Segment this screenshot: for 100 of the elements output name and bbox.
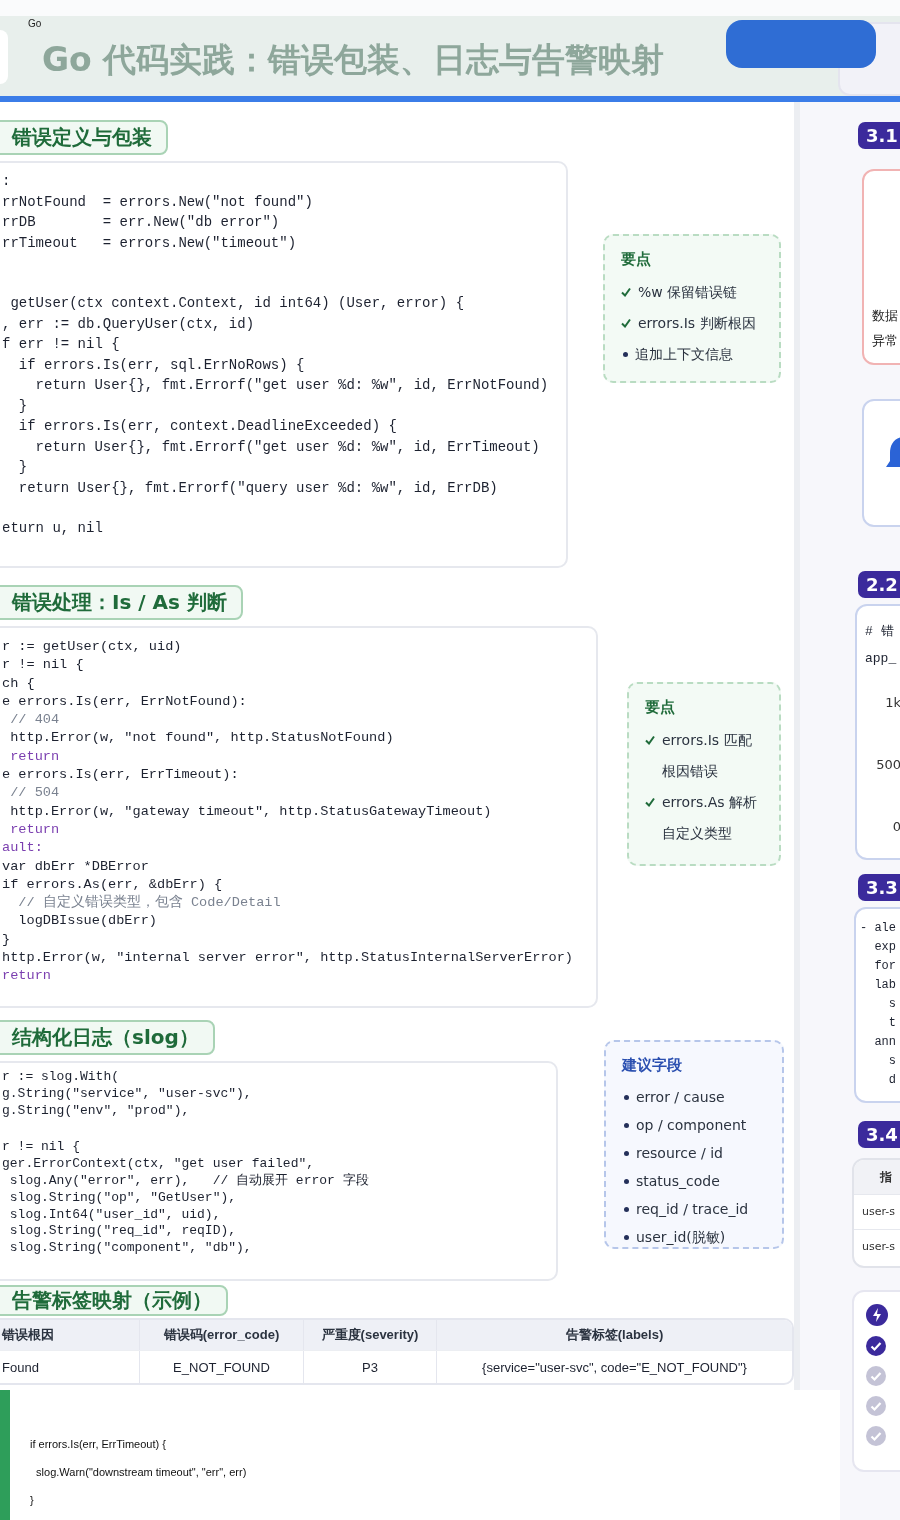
column-header: 严重度(severity): [303, 1320, 436, 1350]
code-line: if errors.As(err, &dbErr) {: [2, 875, 223, 894]
code-line: return User{}, fmt.Errorf("get user %d: %w", id, ErrTimeout): [34, 437, 540, 457]
code-line: t: [887, 1015, 897, 1032]
code-line: for: [873, 958, 897, 975]
code-line: return: [9, 820, 60, 839]
code-line: slog.Warn("downstream timeout", "err", err): [35, 1465, 247, 1480]
bullet-icon: [624, 1235, 629, 1240]
section-badge: 3.4: [858, 1121, 900, 1148]
card-text: 异常: [872, 332, 899, 350]
chart-title: # 错: [865, 623, 895, 641]
code-line: }: [17, 458, 28, 477]
column-header: 指: [854, 1160, 900, 1194]
axis-tick-label: 0: [891, 818, 900, 836]
note-text: user_id(脱敏): [636, 1228, 726, 1247]
section-heading: 错误定义与包装: [0, 120, 168, 155]
series-label: app_: [865, 650, 898, 668]
code-line: slog.String("op", "GetUser"),: [8, 1189, 237, 1207]
code-line: ger.ErrorContext(ctx, "get user failed",: [2, 1156, 315, 1173]
code-line: e errors.Is(err, ErrNotFound):: [2, 692, 247, 711]
code-line: rrNotFound = errors.New("not found"): [2, 192, 313, 212]
note-text: status_code: [636, 1172, 720, 1191]
notes-title: 建议字段: [622, 1056, 683, 1075]
code-line: r := getUser(ctx, uid): [2, 638, 182, 656]
note-text: %w 保留错误链: [638, 283, 738, 302]
table-cell: user-s: [854, 1194, 900, 1229]
note-text: req_id / trace_id: [636, 1200, 749, 1219]
code-line: if errors.Is(err, context.DeadlineExceeded) {: [17, 417, 397, 436]
code-line: http.Error(w, "gateway timeout", http.StatusGatewayTimeout): [9, 802, 492, 821]
table-cell: E_NOT_FOUND: [139, 1351, 303, 1383]
code-line: }: [2, 930, 11, 949]
check-icon: [621, 318, 631, 328]
code-line: var dbErr *DBError: [2, 857, 149, 876]
note-text: errors.Is 判断根因: [638, 314, 756, 333]
code-line: if errors.Is(err, sql.ErrNoRows) {: [17, 355, 305, 375]
code-line: http.Error(w, "internal server error", http.StatusInternalServerError): [2, 949, 574, 968]
code-line: ann: [873, 1034, 897, 1051]
check-icon: [645, 797, 655, 807]
code-line: r != nil {: [2, 656, 84, 675]
code-line: return User{}, fmt.Errorf("get user %d: %w", id, ErrNotFound): [34, 376, 549, 395]
note-text: 追加上下文信息: [635, 345, 733, 364]
code-line: eturn u, nil: [2, 519, 103, 538]
section-heading: 错误处理：Is / As 判断: [0, 585, 243, 620]
bullet-icon: [624, 1151, 629, 1156]
code-line: // 504: [9, 784, 60, 803]
code-line: exp: [873, 939, 897, 956]
code-line: return User{}, fmt.Errorf("query user %d: %w", id, ErrDB): [17, 478, 498, 498]
code-line: e errors.Is(err, ErrTimeout):: [2, 766, 239, 785]
code-line: s: [887, 996, 897, 1013]
bullet-icon: [624, 1095, 629, 1100]
column-header: 告警标签(labels): [436, 1320, 792, 1350]
section-badge: 3.1: [858, 122, 900, 149]
section-heading: 告警标签映射（示例）: [0, 1285, 228, 1316]
card-text: 数据: [872, 307, 899, 325]
bullet-icon: [624, 1207, 629, 1212]
code-line: lab: [873, 977, 897, 994]
code-line: slog.Any("error", err), // 自动展开 error 字段: [8, 1173, 369, 1190]
code-line: ault:: [2, 839, 43, 858]
code-line: slog.String("component", "db"),: [8, 1240, 252, 1257]
code-line: return: [2, 967, 51, 986]
code-line: g.String("env", "prod"),: [2, 1102, 190, 1120]
code-line: slog.String("req_id", reqID),: [8, 1223, 237, 1241]
column-header: 错误根因: [1, 1326, 55, 1344]
bullet-icon: [623, 352, 628, 357]
page-title: Go 代码实践：错误包装、日志与告警映射: [42, 38, 665, 81]
notes-title: 要点: [621, 250, 652, 269]
code-line: // 自定义错误类型，包含 Code/Detail: [17, 894, 281, 913]
code-line: g.String("service", "user-svc"),: [2, 1085, 252, 1103]
section-heading: 结构化日志（slog）: [0, 1020, 215, 1055]
axis-tick-label: 500: [875, 756, 900, 774]
note-text: error / cause: [636, 1088, 725, 1107]
code-line: if errors.Is(err, ErrTimeout) {: [30, 1437, 166, 1452]
table-cell: {service="user-svc", code="E_NOT_FOUND"}: [436, 1351, 792, 1383]
header-button[interactable]: [726, 20, 876, 68]
note-text: resource / id: [636, 1144, 723, 1163]
table-cell: P3: [303, 1351, 436, 1383]
axis-tick-label: 1k: [884, 694, 900, 712]
notes-title: 要点: [645, 698, 676, 717]
alert-icon: [866, 1304, 888, 1326]
bullet-icon: [624, 1123, 629, 1128]
code-line: logDBIssue(dbErr): [17, 912, 157, 931]
section-badge: 3.3: [858, 874, 900, 901]
note-text: op / component: [636, 1116, 747, 1135]
code-line: r != nil {: [2, 1138, 80, 1157]
code-line: // 404: [9, 711, 60, 730]
code-line: rrTimeout = errors.New("timeout"): [2, 233, 297, 253]
column-header: 错误码(error_code): [139, 1320, 303, 1350]
code-line: return: [9, 747, 60, 766]
code-line: - ale: [860, 920, 897, 937]
code-line: r := slog.With(: [2, 1069, 120, 1086]
check-icon: [645, 735, 655, 745]
code-line: getUser(ctx context.Context, id int64) (User, error) {: [9, 294, 465, 313]
table-cell-text: Found: [1, 1358, 40, 1377]
page-label: Go: [28, 18, 42, 29]
note-text: errors.As 解析自定义类型: [662, 793, 758, 843]
table-cell: user-s: [854, 1229, 900, 1264]
code-line: rrDB = err.New("db error"): [2, 213, 280, 232]
code-line: ch {: [2, 674, 35, 693]
code-line: :: [2, 172, 11, 191]
section-badge: 2.2: [858, 571, 900, 598]
